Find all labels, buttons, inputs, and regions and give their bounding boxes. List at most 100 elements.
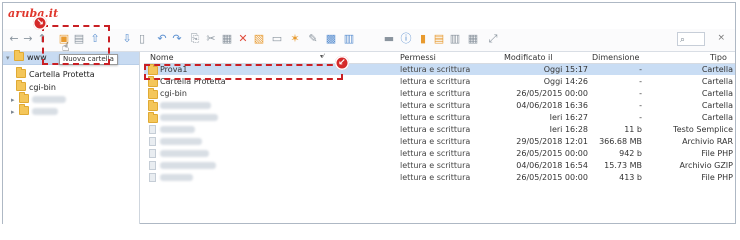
- file-permissions: lettura e scrittura: [400, 101, 471, 110]
- file-modified: Ieri 16:28: [549, 125, 588, 134]
- file-permissions: lettura e scrittura: [400, 113, 471, 122]
- folder-icon: [16, 80, 26, 91]
- file-modified: Ieri 16:27: [549, 113, 588, 122]
- col-name[interactable]: Nome: [150, 53, 174, 62]
- tree-item-cartella-protetta[interactable]: Cartella Protetta: [16, 67, 95, 80]
- grid-view-icon[interactable]: ▦: [467, 33, 479, 45]
- file-icon: [149, 161, 156, 170]
- blurred-label: [160, 114, 218, 121]
- file-permissions: lettura e scrittura: [400, 89, 471, 98]
- folder-icon: [19, 104, 29, 115]
- file-name: [160, 172, 193, 183]
- file-size: -: [639, 89, 642, 98]
- file-type: Testo Semplice: [673, 125, 733, 134]
- redo-icon[interactable]: ↷: [171, 33, 183, 45]
- file-size: -: [639, 65, 642, 74]
- table-row[interactable]: lettura e scrittura 04/06/2018 16:54 15.73…: [144, 160, 735, 171]
- file-modified: 26/05/2015 00:00: [516, 149, 588, 158]
- archive-icon[interactable]: ▩: [325, 33, 337, 45]
- details-view-icon[interactable]: ▥: [449, 33, 461, 45]
- preview-icon[interactable]: ▬: [383, 33, 395, 45]
- blurred-label: [160, 174, 193, 181]
- tree-item-label: Cartella Protetta: [29, 70, 95, 79]
- list-view-icon[interactable]: ▤: [433, 33, 445, 45]
- cut-icon[interactable]: ✂: [205, 33, 217, 45]
- table-row[interactable]: lettura e scrittura 29/05/2018 12:01 366.6…: [144, 136, 735, 147]
- extract-icon[interactable]: ▥: [343, 33, 355, 45]
- info-file-icon[interactable]: ▯: [136, 33, 148, 45]
- rename-icon[interactable]: ▭: [271, 33, 283, 45]
- file-size: -: [639, 101, 642, 110]
- table-row[interactable]: lettura e scrittura 26/05/2015 00:00 413 b…: [144, 172, 735, 183]
- chevron-down-icon[interactable]: ▾: [6, 53, 12, 64]
- file-list-header: Nome ▾⁄ Permessi Modificato il Dimension…: [144, 52, 735, 64]
- col-permissions[interactable]: Permessi: [400, 53, 436, 62]
- file-modified: 04/06/2018 16:36: [516, 101, 588, 110]
- file-modified: 26/05/2015 00:00: [516, 89, 588, 98]
- file-permissions: lettura e scrittura: [400, 161, 471, 170]
- file-name: [160, 124, 195, 135]
- delete-icon[interactable]: ✕: [237, 33, 249, 45]
- file-permissions: lettura e scrittura: [400, 65, 471, 74]
- edit-icon[interactable]: ✎: [307, 33, 319, 45]
- duplicate-icon[interactable]: ▧: [253, 33, 265, 45]
- copy-icon[interactable]: ⎘: [189, 33, 201, 45]
- folder-tree: ▾ www Cartella Protetta cgi-bin ▸ ▸: [3, 50, 140, 224]
- blurred-label: [160, 102, 211, 109]
- file-permissions: lettura e scrittura: [400, 173, 471, 182]
- chevron-right-icon[interactable]: ▸: [11, 95, 17, 106]
- file-type: File PHP: [701, 149, 733, 158]
- file-size: -: [639, 113, 642, 122]
- chevron-right-icon[interactable]: ▸: [11, 107, 17, 118]
- tree-item-label: cgi-bin: [29, 83, 56, 92]
- file-icon: [149, 125, 156, 134]
- file-name: [160, 148, 209, 159]
- info-icon[interactable]: ⓘ: [400, 33, 412, 45]
- table-row[interactable]: lettura e scrittura 04/06/2018 16:36 - Cart…: [144, 100, 735, 111]
- highlight-row-box: [144, 64, 343, 80]
- file-name: [160, 112, 218, 123]
- file-size: -: [639, 77, 642, 86]
- file-type: Cartella: [701, 77, 733, 86]
- forward-icon[interactable]: →: [22, 33, 34, 45]
- file-type: Cartella: [701, 89, 733, 98]
- file-permissions: lettura e scrittura: [400, 77, 471, 86]
- blurred-label: [32, 108, 58, 115]
- toolbar: ← → ↑ ▣ ▤ ⇧ ⇩ ▯ ↶ ↷ ⎘ ✂ ▦ ✕ ▧ ▭ ✶ ✎ ▩ ▥ …: [3, 29, 735, 52]
- folder-icon: [148, 100, 158, 111]
- clear-search-icon[interactable]: ×: [717, 33, 725, 43]
- file-permissions: lettura e scrittura: [400, 137, 471, 146]
- select-all-icon[interactable]: ✶: [289, 33, 301, 45]
- file-type: Archivio GZIP: [679, 161, 733, 170]
- undo-icon[interactable]: ↶: [156, 33, 168, 45]
- folder-icon: [19, 92, 29, 103]
- file-name: cgi-bin: [160, 89, 187, 98]
- folder-icon: [148, 112, 158, 123]
- bookmark-icon[interactable]: ▮: [417, 33, 429, 45]
- file-modified: 29/05/2018 12:01: [516, 137, 588, 146]
- table-row[interactable]: lettura e scrittura Ieri 16:27 - Cartella: [144, 112, 735, 123]
- back-icon[interactable]: ←: [8, 33, 20, 45]
- table-row[interactable]: lettura e scrittura Ieri 16:28 11 b Testo S…: [144, 124, 735, 135]
- file-name: [160, 160, 216, 171]
- blurred-label: [160, 162, 216, 169]
- file-type: Cartella: [701, 101, 733, 110]
- search-icon: ⌕: [680, 35, 686, 45]
- tree-item-blurred-2[interactable]: ▸: [11, 104, 58, 118]
- col-type[interactable]: Tipo: [710, 53, 727, 62]
- blurred-label: [160, 126, 195, 133]
- file-size: 11 b: [624, 125, 642, 134]
- search-input[interactable]: ⌕: [677, 32, 705, 46]
- paste-icon[interactable]: ▦: [221, 33, 233, 45]
- sort-icon[interactable]: ▾⁄: [320, 53, 324, 60]
- file-type: Cartella: [701, 113, 733, 122]
- table-row[interactable]: cgi-bin lettura e scrittura 26/05/2015 00:…: [144, 88, 735, 99]
- download-icon[interactable]: ⇩: [121, 33, 133, 45]
- fullscreen-icon[interactable]: ⤢: [487, 33, 499, 45]
- folder-icon: [148, 88, 158, 99]
- file-permissions: lettura e scrittura: [400, 149, 471, 158]
- col-modified[interactable]: Modificato il: [504, 53, 552, 62]
- table-row[interactable]: lettura e scrittura 26/05/2015 00:00 942 b…: [144, 148, 735, 159]
- col-size[interactable]: Dimensione: [592, 53, 639, 62]
- folder-icon: [16, 67, 26, 78]
